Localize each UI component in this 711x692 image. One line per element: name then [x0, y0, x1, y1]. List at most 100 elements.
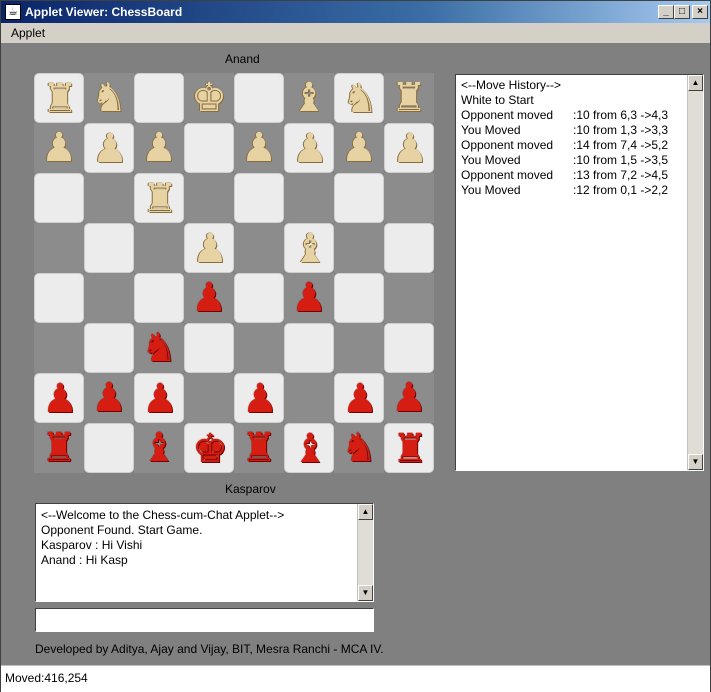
board-square[interactable]: ♟: [384, 373, 434, 423]
board-square[interactable]: ♜: [134, 173, 184, 223]
white-pawn-icon[interactable]: ♟: [134, 123, 184, 173]
board-square[interactable]: ♞: [134, 323, 184, 373]
board-square[interactable]: [384, 173, 434, 223]
board-square[interactable]: [284, 173, 334, 223]
black-pawn-icon[interactable]: ♟: [35, 374, 85, 424]
black-pawn-icon[interactable]: ♟: [335, 374, 385, 424]
white-king-icon[interactable]: ♚: [184, 73, 234, 123]
black-pawn-icon[interactable]: ♟: [384, 373, 434, 423]
board-square[interactable]: [334, 223, 384, 273]
board-square[interactable]: ♟: [34, 373, 84, 423]
move-history-scrollbar[interactable]: ▲ ▼: [687, 75, 703, 470]
white-pawn-icon[interactable]: ♟: [385, 124, 435, 174]
board-square[interactable]: ♝: [134, 423, 184, 473]
menu-applet[interactable]: Applet: [11, 26, 45, 40]
black-pawn-icon[interactable]: ♟: [184, 273, 234, 323]
board-square[interactable]: [334, 273, 384, 323]
board-square[interactable]: ♞: [334, 73, 384, 123]
close-button[interactable]: ×: [692, 5, 708, 19]
board-square[interactable]: ♜: [384, 423, 434, 473]
maximize-button[interactable]: □: [674, 5, 690, 19]
white-pawn-icon[interactable]: ♟: [185, 224, 235, 274]
board-square[interactable]: ♟: [334, 373, 384, 423]
board-square[interactable]: [184, 173, 234, 223]
board-square[interactable]: ♝: [284, 223, 334, 273]
board-square[interactable]: ♜: [384, 73, 434, 123]
board-square[interactable]: [84, 173, 134, 223]
board-square[interactable]: [84, 273, 134, 323]
board-square[interactable]: [134, 223, 184, 273]
white-pawn-icon[interactable]: ♟: [234, 123, 284, 173]
board-square[interactable]: [334, 323, 384, 373]
board-square[interactable]: ♟: [234, 123, 284, 173]
board-square[interactable]: [284, 373, 334, 423]
board-square[interactable]: [234, 73, 284, 123]
board-square[interactable]: ♚: [184, 73, 234, 123]
board-square[interactable]: ♜: [34, 423, 84, 473]
black-knight-icon[interactable]: ♞: [334, 423, 384, 473]
black-pawn-icon[interactable]: ♟: [84, 373, 134, 423]
board-square[interactable]: ♟: [84, 373, 134, 423]
chat-log-scrollbar[interactable]: ▲ ▼: [357, 504, 373, 601]
board-square[interactable]: ♞: [334, 423, 384, 473]
scroll-up-arrow-icon[interactable]: ▲: [688, 75, 703, 91]
white-pawn-icon[interactable]: ♟: [34, 123, 84, 173]
black-rook-icon[interactable]: ♜: [34, 423, 84, 473]
board-square[interactable]: ♚: [184, 423, 234, 473]
white-rook-icon[interactable]: ♜: [384, 73, 434, 123]
black-rook-icon[interactable]: ♜: [234, 423, 284, 473]
board-square[interactable]: [84, 423, 134, 473]
board-square[interactable]: ♟: [84, 123, 134, 173]
board-square[interactable]: ♟: [184, 273, 234, 323]
white-bishop-icon[interactable]: ♝: [284, 73, 334, 123]
board-square[interactable]: ♟: [134, 373, 184, 423]
white-rook-icon[interactable]: ♜: [35, 74, 85, 124]
board-square[interactable]: [134, 73, 184, 123]
chat-log-panel[interactable]: <--Welcome to the Chess-cum-Chat Applet-…: [35, 503, 374, 602]
black-king-icon[interactable]: ♚: [185, 424, 235, 474]
board-square[interactable]: ♟: [134, 123, 184, 173]
board-square[interactable]: [34, 173, 84, 223]
board-square[interactable]: [234, 323, 284, 373]
scroll-up-arrow-icon[interactable]: ▲: [358, 504, 373, 520]
board-square[interactable]: ♟: [334, 123, 384, 173]
black-pawn-icon[interactable]: ♟: [235, 374, 285, 424]
board-square[interactable]: [184, 123, 234, 173]
black-bishop-icon[interactable]: ♝: [285, 424, 335, 474]
white-rook-icon[interactable]: ♜: [135, 174, 185, 224]
board-square[interactable]: [184, 323, 234, 373]
minimize-button[interactable]: _: [658, 5, 674, 19]
board-square[interactable]: [84, 223, 134, 273]
board-square[interactable]: [334, 173, 384, 223]
board-square[interactable]: [34, 323, 84, 373]
board-square[interactable]: [234, 173, 284, 223]
board-square[interactable]: [384, 323, 434, 373]
board-square[interactable]: ♟: [284, 123, 334, 173]
white-pawn-icon[interactable]: ♟: [85, 124, 135, 174]
board-square[interactable]: [184, 373, 234, 423]
board-square[interactable]: ♝: [284, 73, 334, 123]
white-pawn-icon[interactable]: ♟: [334, 123, 384, 173]
board-square[interactable]: ♜: [234, 423, 284, 473]
board-square[interactable]: [384, 273, 434, 323]
board-square[interactable]: [384, 223, 434, 273]
board-square[interactable]: ♟: [284, 273, 334, 323]
board-square[interactable]: [234, 273, 284, 323]
black-pawn-icon[interactable]: ♟: [135, 374, 185, 424]
white-pawn-icon[interactable]: ♟: [285, 124, 335, 174]
black-rook-icon[interactable]: ♜: [385, 424, 435, 474]
move-history-panel[interactable]: <--Move History--> White to Start Opponent…: [455, 74, 704, 471]
board-square[interactable]: ♟: [34, 123, 84, 173]
chat-input[interactable]: [35, 608, 374, 632]
board-square[interactable]: ♟: [184, 223, 234, 273]
board-square[interactable]: ♟: [384, 123, 434, 173]
board-square[interactable]: ♜: [34, 73, 84, 123]
white-knight-icon[interactable]: ♞: [84, 73, 134, 123]
board-square[interactable]: [34, 273, 84, 323]
black-bishop-icon[interactable]: ♝: [134, 423, 184, 473]
scroll-down-arrow-icon[interactable]: ▼: [688, 454, 703, 470]
scroll-down-arrow-icon[interactable]: ▼: [358, 585, 373, 601]
white-knight-icon[interactable]: ♞: [335, 74, 385, 124]
black-pawn-icon[interactable]: ♟: [284, 273, 334, 323]
board-square[interactable]: [284, 323, 334, 373]
